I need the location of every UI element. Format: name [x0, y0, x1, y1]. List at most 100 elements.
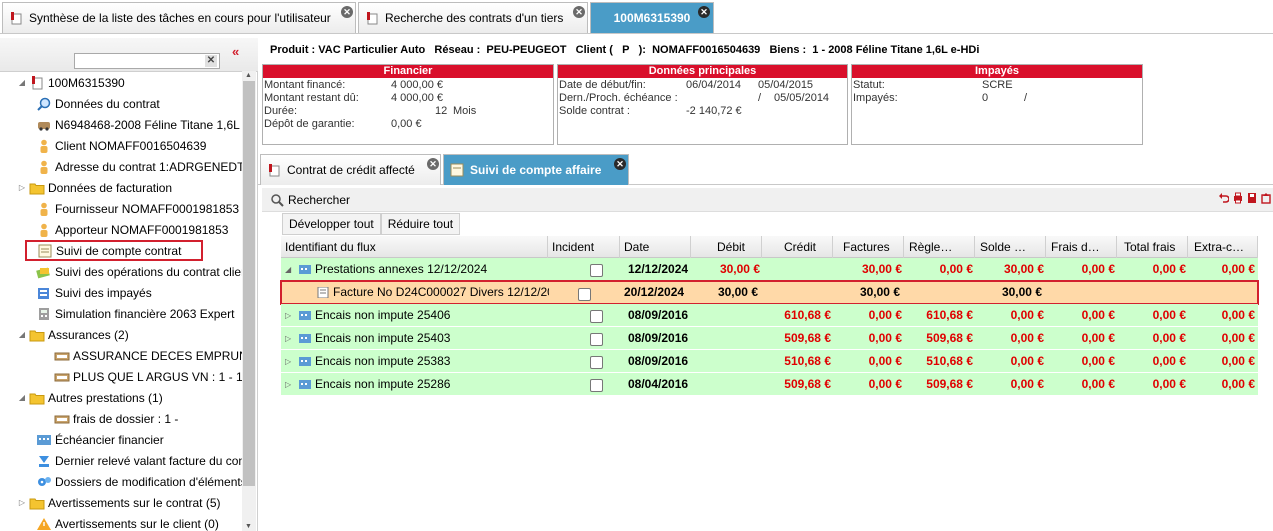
tree-node-client[interactable]: Client NOMAFF0016504639	[0, 135, 242, 156]
close-icon[interactable]: ✕	[614, 158, 626, 170]
tree-node-vehicle[interactable]: N6948468-2008 Féline Titane 1,6L e-H	[0, 114, 242, 135]
tab-account-tracking[interactable]: Suivi de compte affaire ✕	[443, 154, 629, 185]
tree-node-client-warnings[interactable]: Avertissements sur le client (0)	[0, 513, 242, 531]
incident-checkbox[interactable]	[578, 288, 591, 301]
column-header-invoices[interactable]: Factures	[833, 236, 904, 258]
tree-node-unpaid[interactable]: Suivi des impayés	[0, 282, 242, 303]
credit-cell: 509,68 €	[784, 331, 831, 345]
expander-icon[interactable]: ▷	[285, 327, 295, 350]
tree-search-input[interactable]: ✕	[74, 53, 220, 69]
insurance-icon	[54, 352, 70, 360]
tree-node-modification-files[interactable]: Dossiers de modification d'éléments fi	[0, 471, 242, 492]
expand-all-button[interactable]: Développer tout	[282, 213, 381, 235]
column-header-date[interactable]: Date	[620, 236, 691, 258]
tree-node-contract[interactable]: ◢ 100M6315390	[0, 72, 242, 93]
tab-task-summary[interactable]: Synthèse de la liste des tâches en cours…	[2, 2, 356, 33]
table-row[interactable]: ▷ Encais non impute 25406 08/09/2016 610…	[281, 304, 1258, 327]
column-header-balance[interactable]: Solde …	[975, 236, 1046, 258]
column-header-settled[interactable]: Règle…	[904, 236, 975, 258]
tab-credit-contract[interactable]: Contrat de crédit affecté ✕	[260, 154, 441, 185]
tree-node-billing[interactable]: ▷ Données de facturation	[0, 177, 242, 198]
tree-node-simulation[interactable]: Simulation financière 2063 Expert	[0, 303, 242, 324]
incident-checkbox[interactable]	[590, 356, 603, 369]
column-header-total-fees[interactable]: Total frais	[1117, 236, 1188, 258]
expander-icon[interactable]: ◢	[17, 78, 27, 87]
column-header-extra[interactable]: Extra-c…	[1188, 236, 1258, 258]
expander-icon[interactable]: ▷	[17, 498, 27, 507]
incident-checkbox[interactable]	[590, 264, 603, 277]
invoices-cell: 0,00 €	[868, 308, 902, 322]
undo-icon[interactable]	[1219, 192, 1229, 204]
column-header-flow-id[interactable]: Identifiant du flux	[281, 236, 548, 258]
expander-icon[interactable]: ▷	[285, 350, 295, 373]
incident-checkbox[interactable]	[590, 310, 603, 323]
close-icon[interactable]: ✕	[427, 158, 439, 170]
tree-node-address[interactable]: Adresse du contrat 1:ADRGENEDT10	[0, 156, 242, 177]
collapse-all-button[interactable]: Réduire tout	[380, 213, 461, 235]
tab-current-contract[interactable]: 100M6315390 ✕	[590, 2, 714, 33]
expander-icon[interactable]: ◢	[17, 393, 27, 402]
table-row[interactable]: ◢ Prestations annexes 12/12/2024 12/12/2…	[281, 258, 1258, 281]
search-icon[interactable]	[270, 193, 284, 207]
download-icon	[39, 455, 49, 467]
table-row[interactable]: ▷ Encais non impute 25403 08/09/2016 509…	[281, 327, 1258, 350]
tree-node-last-statement[interactable]: Dernier relevé valant facture du contra	[0, 450, 242, 471]
column-header-credit[interactable]: Crédit	[762, 236, 833, 258]
installment-separator: /	[758, 92, 762, 104]
flow-id: Facture No D24C000027 Divers 12/12/2024	[333, 285, 549, 299]
incident-checkbox[interactable]	[590, 379, 603, 392]
remaining-amount-label: Montant restant dû:	[264, 92, 359, 104]
table-row[interactable]: ▷ Encais non impute 25383 08/09/2016 510…	[281, 350, 1258, 373]
expander-icon[interactable]: ▷	[285, 373, 295, 396]
tree-node-label: Fournisseur NOMAFF0001981853	[55, 201, 240, 216]
contract-tree: ◢ 100M6315390 Données du contrat N6948468…	[0, 71, 242, 531]
left-toolbar: « ✕	[0, 38, 258, 72]
close-icon[interactable]: ✕	[341, 6, 353, 18]
duration-value: 12	[435, 105, 448, 117]
incident-checkbox[interactable]	[590, 333, 603, 346]
column-header-fees[interactable]: Frais d…	[1046, 236, 1117, 258]
search-button[interactable]: Rechercher	[288, 193, 350, 207]
close-icon[interactable]: ✕	[698, 6, 710, 18]
column-header-debit[interactable]: Débit	[691, 236, 762, 258]
scrollbar-thumb[interactable]	[243, 81, 255, 486]
expander-icon[interactable]: ▷	[17, 183, 27, 192]
scroll-down-icon[interactable]: ▼	[245, 523, 252, 530]
print-icon[interactable]	[1233, 192, 1243, 204]
tree-node-insurance-death[interactable]: ASSURANCE DECES EMPRUNTI	[0, 345, 242, 366]
tree-node-operations[interactable]: Suivi des opérations du contrat client	[0, 261, 242, 282]
tree-node-referrer[interactable]: Apporteur NOMAFF0001981853	[0, 219, 242, 240]
expander-icon[interactable]: ◢	[17, 330, 27, 339]
table-row[interactable]: ▷ Encais non impute 25286 08/04/2016 509…	[281, 373, 1258, 396]
debit-cell	[691, 304, 760, 327]
tree-scrollbar[interactable]: ▲ ▼	[242, 71, 256, 531]
flow-id: Encais non impute 25403	[315, 331, 451, 345]
close-icon[interactable]: ✕	[573, 6, 585, 18]
left-navigation-panel: « ✕ ◢ 100M6315390 Données du contrat N694…	[0, 38, 258, 531]
tree-node-insurance-argus[interactable]: PLUS QUE L ARGUS VN : 1 - 12	[0, 366, 242, 387]
tree-node-contract-warnings[interactable]: ▷ Avertissements sur le contrat (5)	[0, 492, 242, 513]
scroll-up-icon[interactable]: ▲	[245, 72, 252, 79]
tree-node-supplier[interactable]: Fournisseur NOMAFF0001981853	[0, 198, 242, 219]
tab-contract-search[interactable]: Recherche des contrats d'un tiers ✕	[358, 2, 588, 33]
clear-search-icon[interactable]: ✕	[205, 55, 217, 67]
expander-icon[interactable]: ◢	[285, 258, 295, 281]
expander-icon[interactable]: ▷	[285, 304, 295, 327]
save-icon[interactable]	[1247, 192, 1257, 204]
panel-title: Données principales	[558, 65, 847, 78]
collapse-panel-icon[interactable]: «	[232, 44, 239, 59]
tree-node-schedule[interactable]: Échéancier financier	[0, 429, 242, 450]
tree-node-file-fees[interactable]: frais de dossier : 1 -	[0, 408, 242, 429]
date-cell: 12/12/2024	[628, 262, 689, 276]
column-header-incident[interactable]: Incident	[548, 236, 620, 258]
top-tab-bar: Synthèse de la liste des tâches en cours…	[0, 0, 1273, 34]
tree-node-insurances[interactable]: ◢ Assurances (2)	[0, 324, 242, 345]
table-row-selected[interactable]: Facture No D24C000027 Divers 12/12/2024 …	[280, 280, 1259, 305]
client-label: Client (	[575, 44, 613, 56]
document-icon	[317, 287, 329, 299]
export-icon[interactable]	[1261, 192, 1271, 204]
tree-node-contract-data[interactable]: Données du contrat	[0, 93, 242, 114]
tree-node-account-tracking[interactable]: Suivi de compte contrat	[25, 240, 203, 261]
tree-node-other-services[interactable]: ◢ Autres prestations (1)	[0, 387, 242, 408]
settled-cell: 509,68 €	[926, 377, 973, 391]
